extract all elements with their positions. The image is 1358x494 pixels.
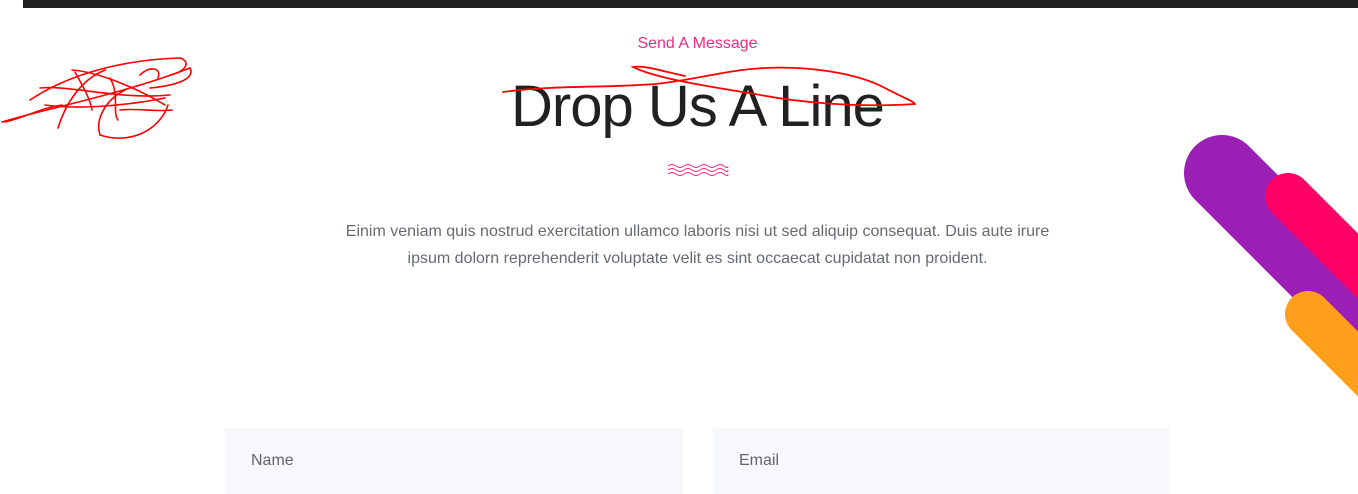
decorative-stripes xyxy=(1184,135,1358,397)
description-line-1: Einim veniam quis nostrud exercitation u… xyxy=(345,223,1050,240)
description-line-2: ipsum dolorn reprehenderit voluptate vel… xyxy=(407,250,988,267)
wave-divider-icon xyxy=(667,164,729,176)
annotation-strikethrough xyxy=(502,65,916,107)
email-field[interactable] xyxy=(713,428,1170,494)
section-subtitle: Send A Message xyxy=(637,35,758,52)
name-field[interactable] xyxy=(225,428,683,494)
annotation-scribble xyxy=(1,57,192,139)
section-description: Einim veniam quis nostrud exercitation u… xyxy=(340,218,1055,272)
top-bar xyxy=(23,0,1358,8)
